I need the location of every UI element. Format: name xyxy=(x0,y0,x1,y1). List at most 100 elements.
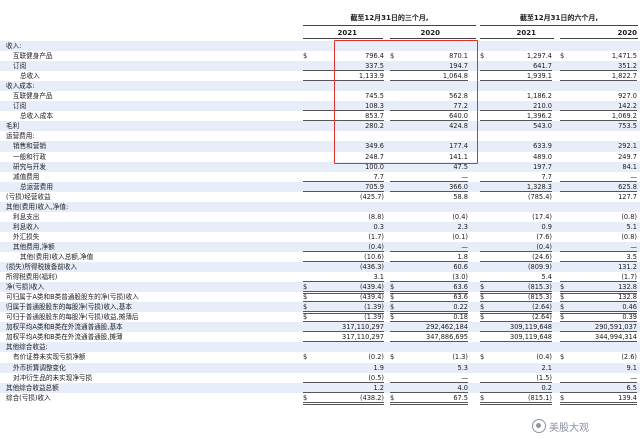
row-value: 543.0 xyxy=(533,122,552,131)
table-row: 销售和营销 349.6 177.4 633.9 292.1 xyxy=(0,141,640,152)
table-row: 互联健身产品 745.5 562.8 1,186.2 927.0 xyxy=(0,91,640,101)
row-label: 互联健身产品 xyxy=(13,52,53,61)
row-label: (亏损)经营收益 xyxy=(6,192,51,201)
row-value: (1.7) xyxy=(368,232,384,241)
row-label: 对冲衍生品的未实现净亏损 xyxy=(13,373,93,382)
table-row: 归属于普通股股东的每股净(亏损)收入,基本 $ (1.39) $0.22 $ (2.64)… xyxy=(0,302,640,315)
header-rule xyxy=(560,38,638,39)
row-label: 有价证券未实现亏损净额 xyxy=(13,353,86,362)
row-label: 研究与开发 xyxy=(13,162,46,171)
table-row: 对冲衍生品的未实现净亏损 (0.5) — (1.5) — xyxy=(0,373,640,383)
row-value: 0.3 xyxy=(373,222,385,231)
row-value: (809.9) xyxy=(527,263,552,272)
table-row: 其他(费用)收入,净值: xyxy=(0,201,640,212)
row-label: 加权平均A类和B类在外流通普通股,摊薄 xyxy=(6,333,123,342)
table-row: 加权平均A类和B类在外流通普通股,基本 317,110,297 292,462,18… xyxy=(0,322,640,333)
double-underline xyxy=(303,403,384,405)
table-row: (亏损)经营收益 (425.7) 58.8 (785.4) 127.7 xyxy=(0,192,640,202)
year-col-2: 2020 xyxy=(420,29,440,37)
row-value: 1,471.5 xyxy=(611,52,637,61)
table-row: 一般和行政 248.7 141.1 489.0 249.7 xyxy=(0,152,640,162)
row-label: 收入: xyxy=(6,42,22,50)
double-underline xyxy=(390,403,468,405)
row-value: (2.6) xyxy=(621,353,637,362)
row-value: 633.9 xyxy=(533,142,552,151)
row-label: 订阅 xyxy=(13,102,27,111)
header-rule xyxy=(390,38,476,39)
header-rule xyxy=(480,38,554,39)
row-label: 可归于普通股股东的每股净(亏损)收益,摊薄后 xyxy=(6,313,139,322)
row-value: (0.2) xyxy=(368,353,384,362)
table-row: 综合(亏损)收入 $ (438.2) $67.5 $ (815.1) $139.4 xyxy=(0,393,640,405)
double-underline xyxy=(480,403,552,405)
header-rule xyxy=(480,25,638,26)
row-value: 9.1 xyxy=(626,363,638,372)
table-row: 总运营费用 705.9 366.0 1,328.3 625.8 xyxy=(0,181,640,192)
watermark-text: 美股大观 xyxy=(549,422,589,434)
table-row: 互联健身产品 $796.4 $870.1 $1,297.4 $1,471.5 xyxy=(0,51,640,61)
row-value: 927.0 xyxy=(618,92,637,101)
row-value: (7.6) xyxy=(536,232,552,241)
row-value: (0.8) xyxy=(621,212,637,221)
row-value: (0.4) xyxy=(536,353,552,362)
row-value: 292.1 xyxy=(618,142,637,151)
row-label: 运营费用: xyxy=(6,132,35,141)
row-value: 489.0 xyxy=(533,152,552,161)
row-value: (0.1) xyxy=(452,232,468,241)
table-row: 其他综合收益: xyxy=(0,342,640,353)
row-label: 其他综合收益总额 xyxy=(6,383,59,392)
total-underline xyxy=(480,401,552,403)
row-label: 总收入 xyxy=(20,72,40,81)
row-value: 2.3 xyxy=(457,222,469,231)
table-row: 净(亏损)收入 $ (439.4) $63.6 $ (815.3) $132.8 xyxy=(0,282,640,295)
row-value: 1,297.4 xyxy=(526,52,552,61)
header-three-months: 截至12月31日的三个月, xyxy=(350,14,429,22)
row-value: (425.7) xyxy=(359,192,384,201)
row-value: 249.7 xyxy=(618,152,637,161)
row-label: 外汇损失 xyxy=(13,232,40,241)
table-row: 运营费用: xyxy=(0,131,640,141)
row-label: 综合(亏损)收入 xyxy=(6,393,51,402)
table-row: 可归于普通股股东的每股净(亏损)收益,摊薄后 $ (1.39) $0.18 $ (2.64… xyxy=(0,312,640,325)
row-value: (8.8) xyxy=(368,212,384,221)
table-row: 毛利 280.2 424.8 543.0 753.5 xyxy=(0,121,640,132)
row-label: 利息收入 xyxy=(13,222,40,231)
row-label: 一般和行政 xyxy=(13,152,46,161)
row-value: (436.3) xyxy=(359,263,384,272)
table-row: 有价证券未实现亏损净额 $ (0.2) $ (1.3) $ (0.4) $ (2.6) xyxy=(0,352,640,362)
table-row: 总收入 1,133.9 1,064.8 1,939.1 1,822.7 xyxy=(0,71,640,82)
table-row: 其他综合收益总额 1.2 4.0 0.2 6.5 xyxy=(0,382,640,393)
double-underline xyxy=(560,403,637,405)
row-label: 外币折算调整变化 xyxy=(13,363,66,372)
table-row: 总收入成本 853.7 640.0 1,396.2 1,069.2 xyxy=(0,111,640,122)
row-value: (0.4) xyxy=(452,212,468,221)
row-label: 所得税费用(福利) xyxy=(6,273,58,282)
row-label: 总运营费用 xyxy=(20,182,53,191)
row-value: 2.1 xyxy=(541,363,553,372)
table-row: 加权平均A类和B类在外流通普通股,摊薄 317,110,297 347,886,69… xyxy=(0,332,640,343)
row-label: 其他(费用)收入,净值: xyxy=(6,202,69,211)
year-col-1: 2021 xyxy=(337,29,357,37)
currency-symbol: $ xyxy=(303,52,308,61)
total-underline xyxy=(303,401,384,403)
header-six-months: 截至12月31日的六个月, xyxy=(519,14,599,22)
row-value: 5.1 xyxy=(626,222,638,231)
row-value: 127.7 xyxy=(618,192,637,201)
row-label: 其他(费用)收入总额,净值 xyxy=(20,252,94,261)
table-row: 所得税费用(福利) 3.1 (3.0) 5.4 (1.7) xyxy=(0,272,640,283)
row-value: 131.2 xyxy=(618,263,637,272)
table-row: 收入: xyxy=(0,41,640,52)
total-underline xyxy=(390,401,468,403)
row-value: 58.8 xyxy=(453,192,468,201)
row-value: 197.7 xyxy=(533,162,552,171)
row-label: 利息支出 xyxy=(13,212,40,221)
table-row: 外汇损失 (1.7) (0.1) (7.6) (0.8) xyxy=(0,232,640,242)
row-value: (1.3) xyxy=(452,353,468,362)
table-row: 其他费用,净额 (0.4) — (0.4) — xyxy=(0,241,640,252)
row-value: 0.9 xyxy=(541,222,553,231)
header-rule xyxy=(303,25,476,26)
year-col-4: 2020 xyxy=(617,29,637,37)
row-value: (17.4) xyxy=(532,212,552,221)
row-label: 净(亏损)收入 xyxy=(6,283,45,292)
watermark: 美股大观 xyxy=(532,418,589,434)
